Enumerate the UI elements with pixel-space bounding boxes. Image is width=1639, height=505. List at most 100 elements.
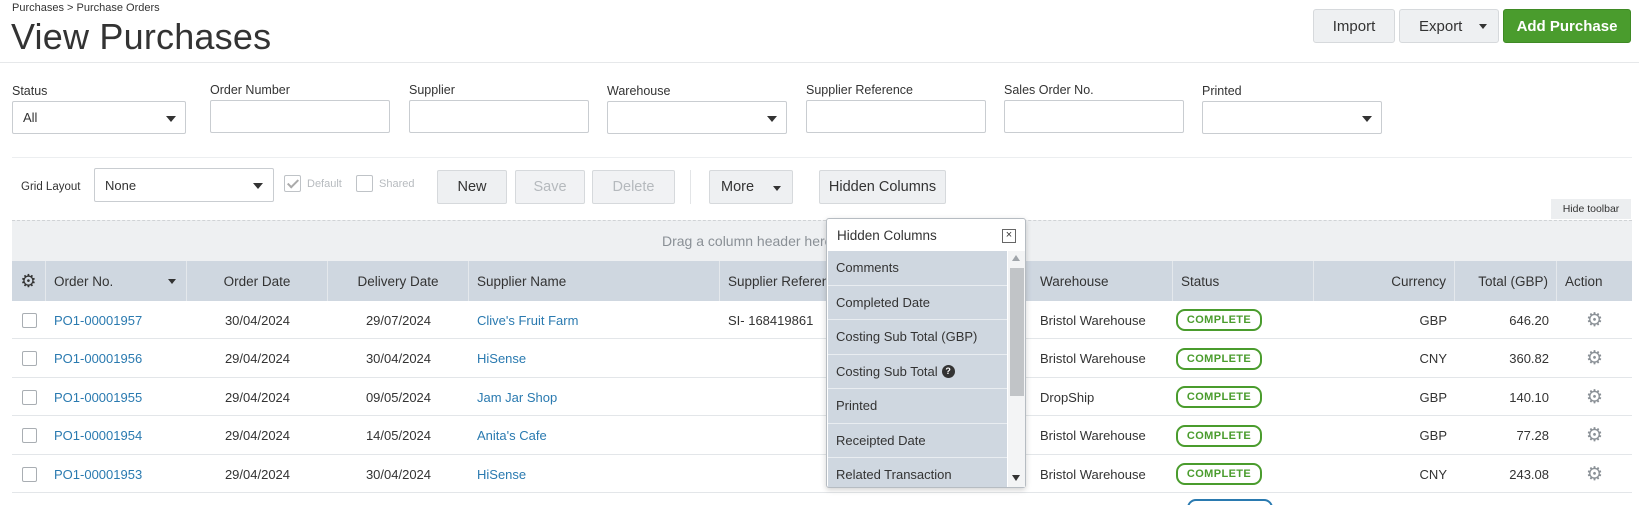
scroll-down-icon[interactable] [1012,475,1020,481]
hidden-column-item[interactable]: Receipted Date [828,423,1007,458]
filter-sales-order-no: Sales Order No. [1004,83,1184,133]
hidden-columns-button[interactable]: Hidden Columns [819,170,946,204]
row-action-button[interactable]: ⚙ [1557,417,1632,455]
checkbox-icon [21,389,37,405]
new-layout-button[interactable]: New [437,170,507,204]
hidden-column-label: Receipted Date [836,432,926,448]
scroll-thumb[interactable] [1010,268,1024,396]
shared-checkbox[interactable]: Shared [356,175,414,192]
column-settings-button[interactable]: ⚙ [12,261,46,301]
row-action-button[interactable]: ⚙ [1557,378,1632,416]
status-badge: COMPLETE [1176,463,1262,485]
column-header-status[interactable]: Status [1173,261,1314,301]
help-icon[interactable]: ? [941,364,955,378]
default-checkbox[interactable]: Default [284,175,342,192]
column-header-currency[interactable]: Currency [1314,261,1455,301]
filter-label: Printed [1202,84,1242,98]
export-label: Export [1419,17,1463,35]
row-select-checkbox[interactable] [12,417,46,455]
hidden-column-item[interactable]: Printed [828,389,1007,424]
close-icon[interactable]: × [1002,229,1016,243]
order-no-link[interactable]: PO1-00001956 [54,340,187,378]
more-button[interactable]: More [709,170,793,204]
supplier-reference-input[interactable] [806,100,986,133]
column-header-action: Action [1565,273,1603,289]
chevron-down-icon [253,183,263,189]
supplier-name-link[interactable]: Jam Jar Shop [477,378,720,416]
table-row[interactable]: PO1-00001957 30/04/2024 29/07/2024 Clive… [12,301,1632,339]
filter-label: Sales Order No. [1004,83,1094,97]
hidden-column-label: Completed Date [836,294,930,310]
row-action-button[interactable]: ⚙ [1557,340,1632,378]
supplier-name-link[interactable]: HiSense [477,455,720,493]
order-no-link[interactable]: PO1-00001954 [54,417,187,455]
hidden-column-label: Related Transaction [836,467,952,483]
chevron-down-icon [767,116,777,122]
sort-desc-icon [168,279,176,284]
table-row[interactable]: PO1-00001954 29/04/2024 14/05/2024 Anita… [12,416,1632,455]
status-cell: COMPLETE [1176,378,1314,416]
column-header-total[interactable]: Total (GBP) [1455,261,1557,301]
grid-layout-value: None [105,177,137,193]
export-button[interactable]: Export [1399,9,1499,43]
supplier-input[interactable] [409,100,589,133]
row-action-button[interactable]: ⚙ [1557,301,1632,339]
supplier-name-link[interactable]: Anita's Cafe [477,417,720,455]
hidden-column-item[interactable]: Comments [828,251,1007,286]
delete-layout-button[interactable]: Delete [592,170,675,204]
supplier-name-link[interactable]: Clive's Fruit Farm [477,301,720,339]
table-row-partial [12,491,1632,505]
column-header-supplier-name[interactable]: Supplier Name [469,261,720,301]
hidden-column-item[interactable]: Completed Date [828,285,1007,320]
filter-supplier: Supplier [409,83,589,133]
table-row[interactable]: PO1-00001956 29/04/2024 30/04/2024 HiSen… [12,339,1632,378]
delivery-date-cell: 29/07/2024 [365,312,432,328]
order-no-link[interactable]: PO1-00001953 [54,455,187,493]
status-badge: COMPLETE [1176,386,1262,408]
row-select-checkbox[interactable] [12,455,46,493]
order-no-link[interactable]: PO1-00001955 [54,378,187,416]
add-purchase-button[interactable]: Add Purchase [1503,9,1631,43]
order-number-input[interactable] [210,100,390,133]
status-cell: COMPLETE [1176,455,1314,493]
table-row[interactable]: PO1-00001953 29/04/2024 30/04/2024 HiSen… [12,455,1632,493]
group-drop-hint: Drag a column header here [662,233,833,249]
column-header-order-no[interactable]: Order No. [46,261,187,301]
grid-layout-label: Grid Layout [21,181,81,193]
breadcrumb[interactable]: Purchases > Purchase Orders [12,2,160,14]
row-select-checkbox[interactable] [12,378,46,416]
default-label: Default [307,177,342,190]
warehouse-select[interactable] [607,101,787,134]
page-title: View Purchases [11,16,272,57]
grid-layout-select[interactable]: None [94,168,274,202]
chevron-down-icon [1479,24,1487,29]
sales-order-no-input[interactable] [1004,100,1184,133]
warehouse-cell: Bristol Warehouse [1040,312,1146,328]
hidden-column-item[interactable]: Related Transaction [828,458,1007,487]
scrollbar[interactable] [1008,251,1025,487]
order-date-cell: 29/04/2024 [224,428,291,443]
column-header-warehouse[interactable]: Warehouse [1032,261,1173,301]
shared-label: Shared [379,177,415,190]
supplier-name-link[interactable]: HiSense [477,340,720,378]
scroll-up-icon[interactable] [1012,255,1020,261]
import-button[interactable]: Import [1313,9,1395,43]
row-select-checkbox[interactable] [12,340,46,378]
table-row[interactable]: PO1-00001955 29/04/2024 09/05/2024 Jam J… [12,378,1632,416]
currency-cell: GBP [1419,428,1447,443]
save-layout-button[interactable]: Save [515,170,585,204]
status-select[interactable]: All [12,101,186,134]
column-header-order-date[interactable]: Order Date [187,261,328,301]
hide-toolbar-button[interactable]: Hide toolbar [1551,199,1631,219]
order-no-link[interactable]: PO1-00001957 [54,301,187,339]
delivery-date-cell: 09/05/2024 [365,389,432,405]
row-select-checkbox[interactable] [12,301,46,339]
hidden-column-item[interactable]: Costing Sub Total (GBP) [828,320,1007,355]
status-badge: COMPLETE [1176,309,1262,331]
printed-select[interactable] [1202,101,1382,134]
column-header-delivery-date[interactable]: Delivery Date [328,261,469,301]
row-action-button[interactable]: ⚙ [1557,455,1632,493]
gear-icon: ⚙ [1585,309,1604,331]
gear-icon: ⚙ [1585,425,1604,446]
hidden-column-item[interactable]: Costing Sub Total? [828,354,1007,389]
